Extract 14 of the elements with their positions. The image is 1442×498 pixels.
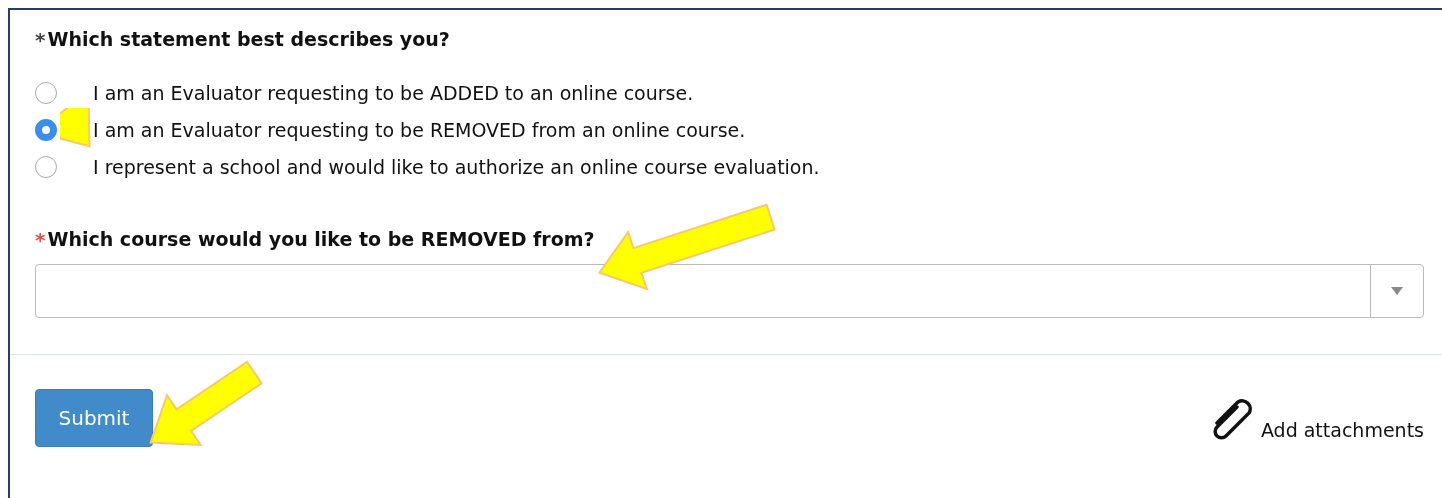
course-select[interactable] <box>35 264 1424 318</box>
option-label: I am an Evaluator requesting to be REMOVED from an online course. <box>93 119 746 141</box>
radio-button[interactable] <box>35 119 57 141</box>
question-label: Which statement best describes you? <box>47 28 450 50</box>
add-attachments-link[interactable]: Add attachments <box>1208 399 1424 441</box>
required-mark: * <box>35 228 46 252</box>
required-mark: * <box>35 28 46 52</box>
question-label: Which course would you like to be REMOVED from? <box>47 228 595 250</box>
radio-button[interactable] <box>35 82 57 104</box>
option-label: I represent a school and would like to authorize an online course evaluation. <box>93 156 820 178</box>
radio-button[interactable] <box>35 156 57 178</box>
submit-button[interactable]: Submit <box>35 389 153 447</box>
caret-icon <box>1391 287 1403 295</box>
option-label: I am an Evaluator requesting to be ADDED to an online course. <box>93 82 694 104</box>
